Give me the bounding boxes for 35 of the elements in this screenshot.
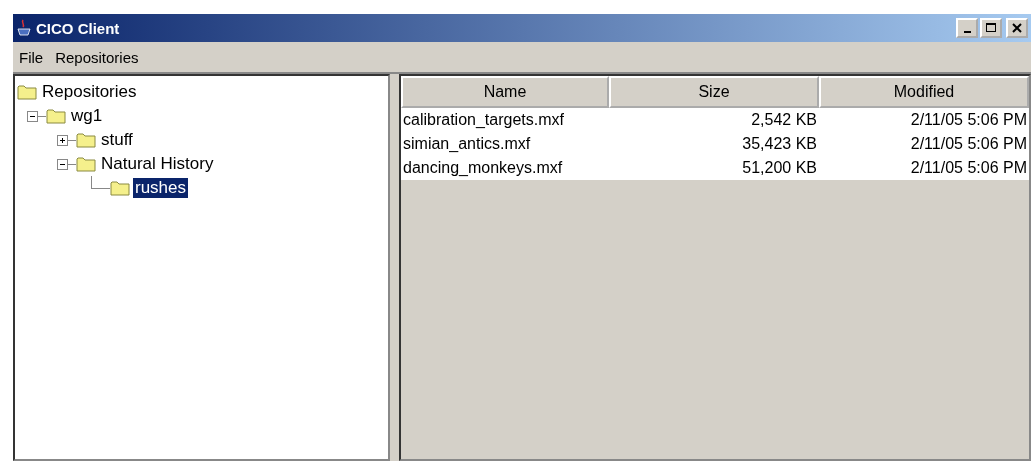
folder-icon (110, 180, 130, 196)
table-cell-text: 35,423 KB (741, 134, 818, 154)
tree-item[interactable]: stuff (99, 130, 135, 150)
minimize-icon (963, 30, 971, 33)
menu-item[interactable]: File (15, 48, 48, 66)
folder-icon (76, 132, 96, 148)
folder-icon (17, 84, 37, 100)
table-cell-text: simian_antics.mxf (402, 134, 532, 154)
maximize-button[interactable] (980, 18, 1002, 38)
tree-item[interactable]: rushes (133, 178, 189, 198)
folder-icon (76, 156, 96, 172)
table-cell-text: 51,200 KB (741, 158, 818, 178)
window-title: CICO Client (36, 19, 120, 37)
table-cell-text: 2/11/05 5:06 PM (909, 110, 1028, 130)
expander-icon[interactable] (27, 110, 38, 122)
expander-icon[interactable] (57, 158, 68, 170)
column-header[interactable]: Name (401, 76, 609, 108)
column-header[interactable]: Size (609, 76, 819, 108)
folder-icon (46, 108, 66, 124)
close-icon (1012, 23, 1022, 33)
table-cell-text: dancing_monkeys.mxf (402, 158, 564, 178)
tree-item[interactable]: Natural History (99, 154, 216, 174)
menu-item[interactable]: Repositories (51, 48, 143, 66)
tree-item[interactable]: Repositories (40, 82, 139, 102)
table-cell-text: 2/11/05 5:06 PM (909, 158, 1028, 178)
minimize-button[interactable] (956, 18, 978, 38)
coffee-cup-icon (16, 19, 32, 37)
expander-icon[interactable] (57, 134, 68, 146)
maximize-icon (986, 23, 996, 33)
table-cell-text: 2/11/05 5:06 PM (909, 134, 1028, 154)
close-button[interactable] (1006, 18, 1028, 38)
column-header[interactable]: Modified (819, 76, 1029, 108)
table-cell-text: 2,542 KB (750, 110, 818, 130)
table-cell-text: calibration_targets.mxf (402, 110, 565, 130)
tree-item[interactable]: wg1 (69, 106, 105, 126)
